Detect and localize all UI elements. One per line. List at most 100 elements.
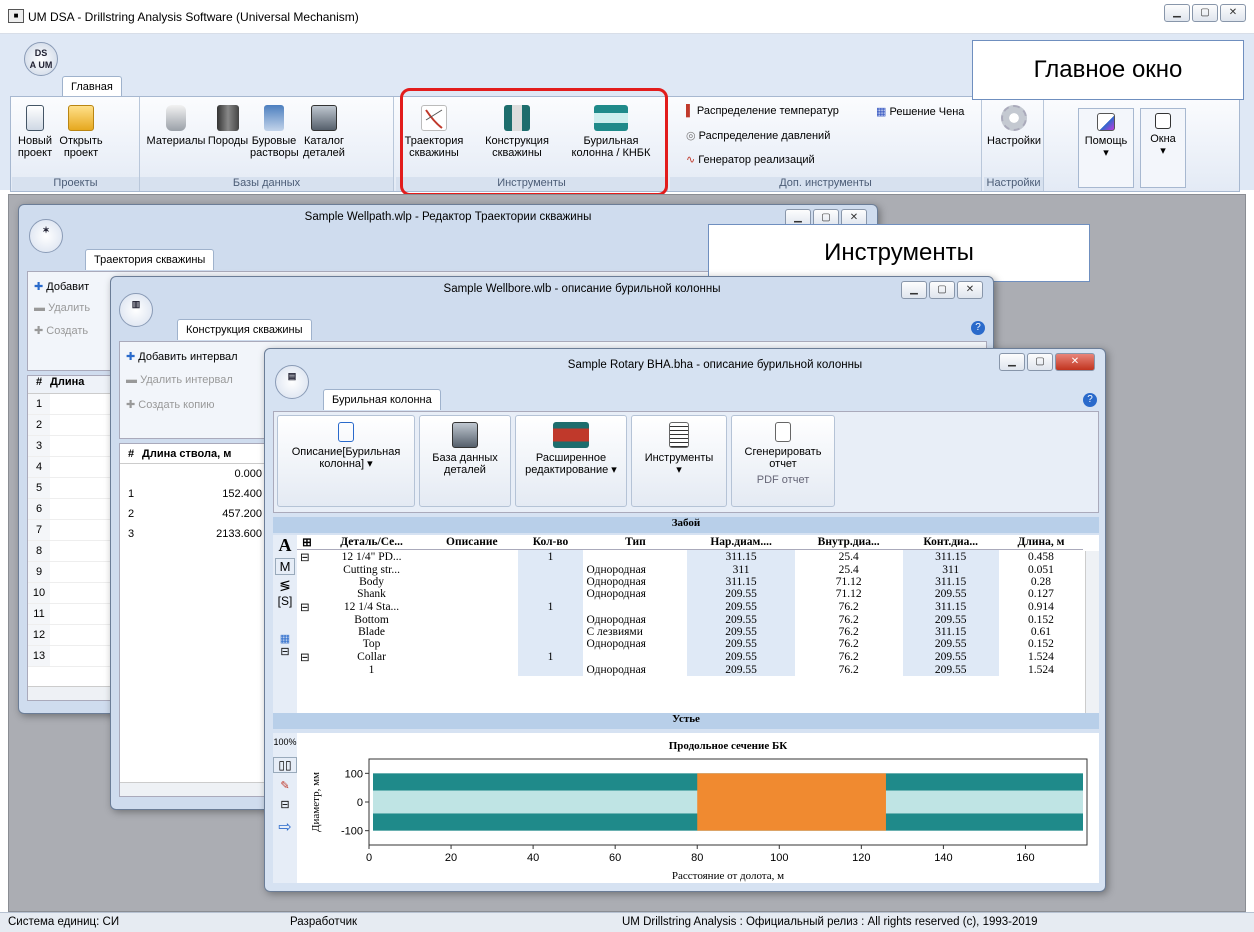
pressure-button[interactable]: ◎ Распределение давлений	[686, 129, 830, 142]
help-button[interactable]: Помощь ▾	[1078, 108, 1134, 188]
column-header[interactable]: Нар.диам....	[687, 535, 794, 550]
open-project-button[interactable]: Открыть проект	[58, 105, 104, 159]
arrow-right-icon[interactable]: ⇨	[273, 817, 297, 837]
grid-icon[interactable]: ▦	[273, 632, 297, 645]
table-cell	[517, 664, 584, 676]
expand-icon[interactable]	[297, 564, 317, 576]
description-button[interactable]: Описание[Бурильная колонна] ▾	[277, 415, 415, 507]
table-row[interactable]: Shank Однородная 209.55 71.12 209.55 0.127	[297, 588, 1083, 600]
vertical-scrollbar[interactable]	[1085, 551, 1099, 713]
expand-icon[interactable]	[297, 626, 317, 638]
column-header[interactable]: Деталь/Се...	[317, 535, 426, 550]
minimize-button[interactable]: ▁	[1164, 4, 1190, 22]
tab-main[interactable]: Главная	[62, 76, 122, 98]
collar-icon[interactable]: ⊟	[273, 645, 297, 658]
new-project-button[interactable]: Новый проект	[12, 105, 58, 159]
generate-report-button[interactable]: Сгенерировать отчет PDF отчет	[731, 415, 835, 507]
maximize-button[interactable]: ▢	[929, 281, 955, 299]
table-row[interactable]: Blade С лезвиями 209.55 76.2 311.15 0.61	[297, 626, 1083, 638]
delete-button[interactable]: ▬ Удалить	[34, 302, 90, 314]
chen-button[interactable]: ▦ Решение Чена	[876, 105, 964, 118]
column-header[interactable]: Кол-во	[518, 535, 584, 550]
table-row[interactable]: ⊟ 12 1/4 Sta... 1 209.55 76.2 311.15 0.914	[297, 600, 1083, 614]
close-button[interactable]: ✕	[1055, 353, 1095, 371]
s-button[interactable]: [S]	[273, 594, 297, 608]
tab-construction[interactable]: Конструкция скважины	[177, 319, 312, 340]
rocks-button[interactable]: Породы	[206, 105, 250, 147]
parts-db-button[interactable]: База данных деталей	[419, 415, 511, 507]
generator-button[interactable]: ∿ Генератор реализаций	[686, 153, 815, 166]
table-cell: 25.4	[838, 564, 859, 576]
close-button[interactable]: ✕	[957, 281, 983, 299]
horizontal-scrollbar[interactable]	[120, 782, 268, 796]
fluids-label: Буровые растворы	[250, 135, 299, 159]
minus-icon: ▬	[34, 302, 45, 314]
help-icon[interactable]: ?	[1083, 393, 1097, 407]
table-row[interactable]: 0.000	[120, 464, 268, 484]
expand-icon[interactable]	[297, 576, 317, 588]
table-cell: 0.051	[1027, 564, 1054, 576]
table-row[interactable]: Top Однородная 209.55 76.2 209.55 0.152	[297, 638, 1083, 650]
new-project-icon	[26, 105, 44, 131]
table-row[interactable]: Body Однородная 311.15 71.12 311.15 0.28	[297, 576, 1083, 588]
column-header[interactable]: Конт.диа...	[903, 535, 999, 550]
table-row[interactable]: ⊟ Collar 1 209.55 76.2 209.55 1.524	[297, 650, 1083, 664]
temperature-button[interactable]: ▌ Распределение температур	[686, 105, 839, 117]
expand-icon[interactable]: ⊟	[297, 600, 317, 614]
advanced-edit-button[interactable]: Расширенное редактирование ▾	[515, 415, 627, 507]
bha-app-icon[interactable]: ▤	[275, 365, 309, 399]
minimize-button[interactable]: ▁	[999, 353, 1025, 371]
zoom-100-button[interactable]: 100%	[273, 737, 297, 747]
maximize-button[interactable]: ▢	[1027, 353, 1053, 371]
help-icon[interactable]: ?	[971, 321, 985, 335]
settings-button[interactable]: Настройки	[984, 105, 1044, 147]
table-row[interactable]: 1 152.400	[120, 484, 268, 504]
table-row[interactable]: 3 2133.600	[120, 524, 268, 544]
table-row[interactable]: Cutting str... Однородная 311 25.4 311 0.051	[297, 564, 1083, 576]
catalog-button[interactable]: Каталог деталей	[300, 105, 348, 159]
column-header[interactable]: Тип	[583, 535, 687, 550]
windows-button[interactable]: Окна ▾	[1140, 108, 1186, 188]
m-button[interactable]: M	[275, 558, 295, 575]
tools-button[interactable]: Инструменты ▾	[631, 415, 727, 507]
expand-icon[interactable]: ⊟	[297, 650, 317, 664]
delete-interval-button[interactable]: ▬ Удалить интервал	[126, 374, 233, 386]
table-row[interactable]: 1 Однородная 209.55 76.2 209.55 1.524	[297, 664, 1083, 676]
materials-button[interactable]: Материалы	[146, 105, 206, 147]
edit-chart-icon[interactable]: ✎	[273, 779, 297, 792]
chen-label: Решение Чена	[889, 106, 965, 118]
table-cell: 0.127	[1027, 588, 1054, 600]
table-row[interactable]: ⊟ 12 1/4" PD... 1 311.15 25.4 311.15 0.458	[297, 549, 1083, 564]
row-number: 7	[28, 520, 50, 540]
expand-icon[interactable]	[297, 588, 317, 600]
expand-icon[interactable]: ⊟	[297, 550, 317, 564]
pressure-label: Распределение давлений	[698, 130, 831, 142]
group-settings: Настройки Настройки	[984, 97, 1044, 191]
wellbore-app-icon[interactable]: ▥	[119, 293, 153, 327]
app-menu-button[interactable]: DS A UM	[24, 42, 58, 76]
dimensions-icon[interactable]: ▯▯	[273, 757, 297, 773]
add-interval-button[interactable]: ✚ Добавить интервал	[126, 350, 238, 363]
expand-icon[interactable]	[297, 614, 317, 626]
table-row[interactable]: 2 457.200	[120, 504, 268, 524]
expand-icon[interactable]	[297, 638, 317, 650]
tab-trajectory[interactable]: Траектория скважины	[85, 249, 215, 270]
minimize-button[interactable]: ▁	[901, 281, 927, 299]
copy-button[interactable]: ✚ Создать копию	[126, 398, 215, 411]
create-button[interactable]: ✚ Создать	[34, 324, 88, 337]
table-cell: Однородная	[586, 664, 646, 676]
column-header[interactable]: Внутр.диа...	[795, 535, 903, 550]
maximize-button[interactable]: ▢	[1192, 4, 1218, 22]
font-a-button[interactable]: A	[273, 535, 297, 556]
column-header[interactable]: Длина, м	[999, 535, 1083, 550]
expand-icon[interactable]	[297, 664, 317, 676]
collapse-icon[interactable]: ⊟	[273, 798, 297, 811]
fluids-button[interactable]: Буровые растворы	[250, 105, 299, 159]
add-button[interactable]: ✚ Добавит	[34, 280, 89, 293]
tab-drillstring[interactable]: Бурильная колонна	[323, 389, 441, 410]
split-icon[interactable]: ≶	[273, 577, 297, 594]
column-header[interactable]: Описание	[426, 535, 517, 550]
close-button[interactable]: ✕	[1220, 4, 1246, 22]
trajectory-app-icon[interactable]: ✶	[29, 219, 63, 253]
table-row[interactable]: Bottom Однородная 209.55 76.2 209.55 0.152	[297, 614, 1083, 626]
